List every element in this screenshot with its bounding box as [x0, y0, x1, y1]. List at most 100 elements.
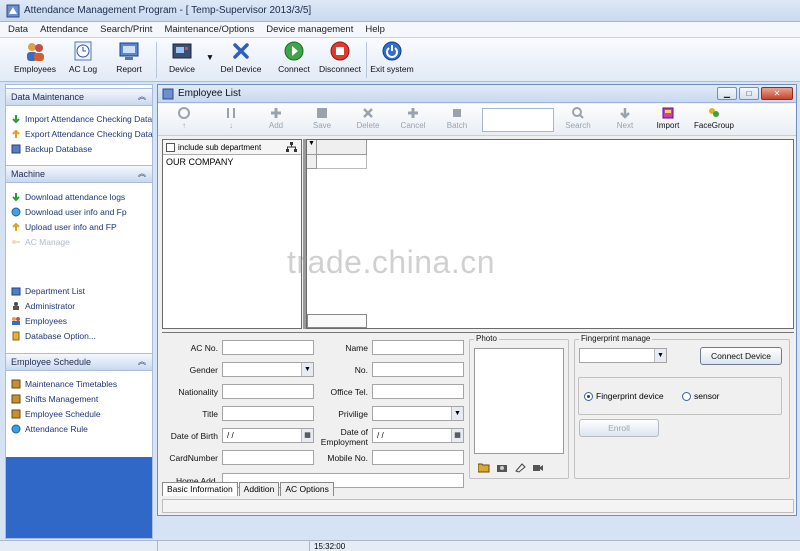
grid-column-header[interactable] — [317, 140, 367, 155]
chevron-down-icon: ▼ — [308, 140, 315, 147]
ac-no-label: AC No. — [190, 343, 218, 353]
gender-label: Gender — [189, 365, 218, 375]
sidebar-item-administrator[interactable]: Administrator — [11, 299, 75, 313]
doe-input[interactable]: / / ▦ — [372, 428, 464, 443]
delete-button[interactable]: Delete — [353, 106, 383, 130]
fingerprint-manage-label: Fingerprint manage — [579, 334, 653, 343]
sidebar-item-department-list[interactable]: Department List — [11, 284, 85, 298]
connect-button[interactable]: Connect — [274, 40, 314, 74]
privilege-select[interactable]: ▼ — [372, 406, 464, 421]
employees-button[interactable]: Employees — [12, 40, 58, 74]
section-employee-schedule[interactable]: Employee Schedule ︽ — [6, 353, 152, 371]
minimize-button[interactable]: ▁ — [717, 87, 737, 100]
fingerprint-device-radio[interactable]: Fingerprint device — [584, 391, 664, 401]
menu-help[interactable]: Help — [365, 24, 385, 35]
sidebar-item-employee-schedule[interactable]: Employee Schedule — [11, 407, 101, 421]
tab-basic-information[interactable]: Basic Information — [162, 482, 238, 496]
collapse-icon[interactable]: ︽ — [138, 354, 146, 370]
sidebar-item-download-user-info[interactable]: Download user info and Fp — [11, 205, 127, 219]
grid-corner[interactable]: ▼ — [307, 140, 317, 155]
report-button[interactable]: Report — [110, 40, 148, 74]
include-sub-checkbox[interactable] — [166, 142, 175, 152]
maximize-icon: □ — [746, 89, 752, 98]
next-button[interactable]: Next — [613, 106, 637, 130]
sidebar-item-attendance-rule[interactable]: Attendance Rule — [11, 422, 88, 436]
chevron-down-icon: ▼ — [654, 349, 666, 362]
gender-select[interactable]: ▼ — [222, 362, 314, 377]
employee-detail-form: AC No. Gender ▼ Nationality Title Date o… — [162, 332, 794, 496]
collapse-icon[interactable]: ︽ — [138, 166, 146, 182]
card-number-input[interactable] — [222, 450, 314, 465]
title-input[interactable] — [222, 406, 314, 421]
menu-search-print[interactable]: Search/Print — [100, 24, 152, 35]
close-button[interactable]: ✕ — [761, 87, 793, 100]
batch-button[interactable]: Batch — [444, 106, 470, 130]
sidebar-empty-area — [6, 457, 152, 538]
name-input[interactable] — [372, 340, 464, 355]
device-button[interactable]: Device — [162, 40, 202, 74]
department-tree: include sub department OUR COMPANY — [162, 139, 302, 329]
folder-icon[interactable] — [478, 462, 490, 473]
facegroup-icon — [709, 108, 719, 117]
department-icon — [11, 287, 21, 296]
cancel-button[interactable]: Cancel — [398, 106, 428, 130]
grid-row-header[interactable] — [307, 155, 317, 169]
sidebar-item-maintenance-timetables[interactable]: Maintenance Timetables — [11, 377, 117, 391]
sidebar-item-ac-manage[interactable]: AC Manage — [11, 235, 70, 249]
exit-system-button[interactable]: Exit system — [370, 40, 414, 74]
mobile-input[interactable] — [372, 450, 464, 465]
add-button[interactable]: Add — [264, 106, 288, 130]
menu-maintenance-options[interactable]: Maintenance/Options — [164, 24, 254, 35]
ac-log-button[interactable]: AC Log — [64, 40, 102, 74]
enroll-button[interactable]: Enroll — [579, 419, 659, 437]
camera-icon[interactable] — [496, 462, 508, 473]
sensor-radio[interactable]: sensor — [682, 391, 720, 401]
move-down-button[interactable]: ↓ — [221, 106, 241, 130]
import-button[interactable]: Import — [654, 106, 682, 130]
no-input[interactable] — [372, 362, 464, 377]
save-button[interactable]: Save — [309, 106, 335, 130]
section-machine[interactable]: Machine ︽ — [6, 165, 152, 183]
tab-addition[interactable]: Addition — [238, 482, 280, 496]
fingerprint-select[interactable]: ▼ — [579, 348, 667, 363]
nationality-input[interactable] — [222, 384, 314, 399]
sidebar-item-upload-user-info[interactable]: Upload user info and FP — [11, 220, 117, 234]
grid-cell[interactable] — [317, 155, 367, 169]
sidebar-item-database-option[interactable]: Database Option... — [11, 329, 96, 343]
eraser-icon[interactable] — [514, 462, 526, 473]
office-tel-label: Office Tel. — [330, 387, 368, 397]
calendar-icon[interactable]: ▦ — [451, 429, 463, 442]
del-device-button[interactable]: Del Device — [218, 40, 264, 74]
sidebar-item-import-attendance[interactable]: Import Attendance Checking Data — [11, 112, 152, 126]
privilege-label: Privilige — [338, 409, 368, 419]
photo-label: Photo — [474, 334, 499, 343]
webcam-icon[interactable] — [532, 462, 544, 473]
disconnect-button[interactable]: Disconnect — [317, 40, 363, 74]
ac-no-input[interactable] — [222, 340, 314, 355]
sidebar-item-shifts-management[interactable]: Shifts Management — [11, 392, 98, 406]
section-data-maintenance[interactable]: Data Maintenance ︽ — [6, 88, 152, 106]
facegroup-button[interactable]: FaceGroup — [691, 106, 737, 130]
maximize-button[interactable]: □ — [739, 87, 759, 100]
device-dropdown-arrow[interactable]: ▼ — [204, 52, 216, 62]
sidebar-item-export-attendance[interactable]: Export Attendance Checking Data — [11, 127, 153, 141]
name-label: Name — [345, 343, 368, 353]
tree-node-root[interactable]: OUR COMPANY — [163, 155, 301, 169]
sidebar-item-employees[interactable]: Employees — [11, 314, 67, 328]
collapse-icon[interactable]: ︽ — [138, 89, 146, 105]
sidebar-item-backup-database[interactable]: Backup Database — [11, 142, 92, 156]
office-tel-input[interactable] — [372, 384, 464, 399]
hierarchy-icon[interactable] — [286, 142, 297, 153]
grid-footer-cell — [307, 314, 367, 328]
menu-device-management[interactable]: Device management — [266, 24, 353, 35]
sidebar-item-download-logs[interactable]: Download attendance logs — [11, 190, 125, 204]
move-up-button[interactable]: ↑ — [174, 106, 194, 130]
menu-attendance[interactable]: Attendance — [40, 24, 88, 35]
connect-device-button[interactable]: Connect Device — [700, 347, 782, 365]
search-button[interactable]: Search — [562, 106, 594, 130]
employee-window-title-bar: Employee List ▁ □ ✕ — [158, 85, 796, 103]
tab-ac-options[interactable]: AC Options — [280, 482, 334, 496]
dob-input[interactable]: / / ▦ — [222, 428, 314, 443]
menu-data[interactable]: Data — [8, 24, 28, 35]
search-input[interactable] — [482, 108, 554, 132]
